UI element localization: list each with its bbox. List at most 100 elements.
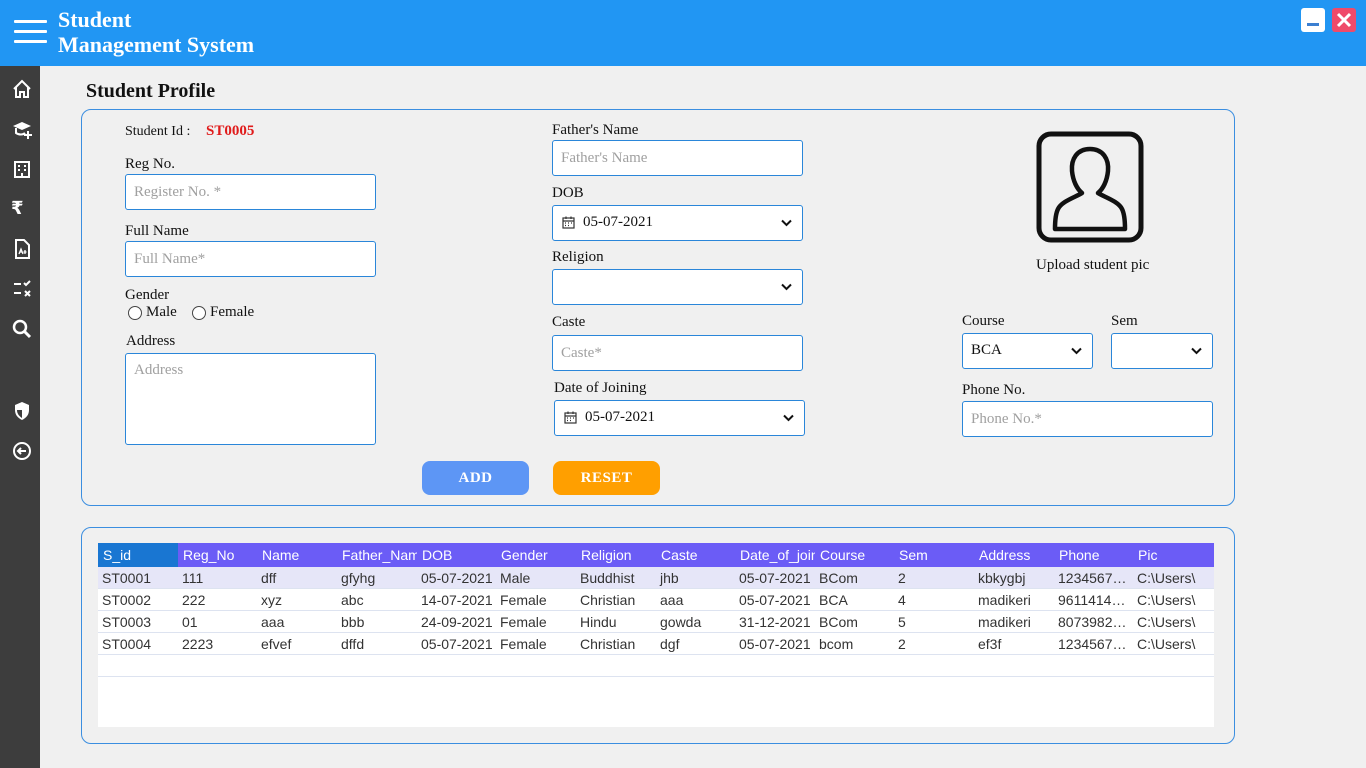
caste-label: Caste [552, 314, 586, 330]
table-cell: ST0002 [102, 592, 152, 608]
dob-date-picker[interactable]: 05-07-2021 [552, 205, 803, 241]
table-cell: Female [500, 614, 547, 630]
table-row[interactable]: ST0002 222 xyz abc 14-07-2021 Female Christian… [98, 589, 1214, 611]
table-new-row[interactable] [98, 655, 1214, 677]
sem-select[interactable] [1111, 333, 1213, 369]
table-cell: Female [500, 592, 547, 608]
chevron-down-icon [781, 283, 792, 291]
table-cell: bcom [819, 636, 854, 652]
column-header[interactable]: Phone [1054, 543, 1133, 567]
dob-label: DOB [552, 185, 584, 201]
add-student-icon[interactable] [11, 118, 33, 140]
column-header[interactable]: Name [257, 543, 337, 567]
caste-input[interactable] [552, 335, 803, 371]
column-header[interactable]: Course [815, 543, 894, 567]
column-header[interactable]: Father_Name [337, 543, 417, 567]
table-cell: 5 [898, 614, 906, 630]
table-cell: 1234567890 [1058, 570, 1133, 586]
rupee-icon[interactable]: ₹ [11, 198, 33, 220]
table-cell: xyz [261, 592, 282, 608]
table-cell: aaa [261, 614, 285, 630]
table-header: S_idReg_NoNameFather_NameDOBGenderReligi… [98, 543, 1214, 567]
column-header[interactable]: S_id [98, 543, 178, 567]
religion-select[interactable] [552, 269, 803, 305]
close-button[interactable] [1332, 8, 1356, 32]
table-cell: gfyhg [341, 570, 376, 586]
reg-no-label: Reg No. [125, 156, 175, 172]
checklist-icon[interactable] [11, 278, 33, 300]
table-row[interactable]: ST0004 2223 efvef dffd 05-07-2021 Female Chris… [98, 633, 1214, 655]
table-row[interactable]: ST0003 01 aaa bbb 24-09-2021 Female Hindu gowda… [98, 611, 1214, 633]
course-value: BCA [971, 342, 1002, 358]
address-label: Address [126, 333, 176, 349]
table-row[interactable]: ST0001 111 dff gfyhg 05-07-2021 Male Buddhist j… [98, 567, 1214, 589]
table-cell: gowda [660, 614, 702, 630]
table-cell: efvef [261, 636, 292, 652]
table-cell: 2223 [182, 636, 214, 652]
full-name-input[interactable] [125, 241, 376, 277]
table-cell: bbb [341, 614, 365, 630]
gender-female-label: Female [210, 304, 255, 320]
home-icon[interactable] [11, 78, 33, 100]
column-header[interactable]: DOB [417, 543, 496, 567]
date-of-joining-value: 05-07-2021 [585, 409, 655, 425]
student-photo-upload[interactable] [1036, 131, 1144, 243]
column-header[interactable]: Caste [656, 543, 735, 567]
column-header[interactable]: Gender [496, 543, 576, 567]
table-cell: C:\Users\ [1137, 614, 1196, 630]
table-cell: 9611414000 [1058, 592, 1133, 608]
hamburger-menu-icon[interactable] [14, 20, 47, 44]
table-cell: Christian [580, 592, 636, 608]
table-cell: 05-07-2021 [739, 570, 811, 586]
title-bar: Student Management System [0, 0, 1366, 66]
table-cell: abc [341, 592, 364, 608]
address-input[interactable] [125, 353, 376, 445]
phone-input[interactable] [962, 401, 1213, 437]
chevron-down-icon [783, 414, 794, 422]
student-id-label: Student Id : [125, 124, 191, 139]
gender-label: Gender [125, 287, 170, 303]
user-avatar-icon [1036, 131, 1144, 243]
column-header[interactable]: Religion [576, 543, 656, 567]
table-cell: madikeri [978, 614, 1031, 630]
father-name-label: Father's Name [552, 122, 639, 138]
table-cell: Buddhist [580, 570, 635, 586]
full-name-label: Full Name [125, 223, 189, 239]
column-header[interactable]: Date_of_joining [735, 543, 815, 567]
search-icon[interactable] [11, 318, 33, 340]
column-header[interactable]: Pic [1133, 543, 1214, 567]
sidebar: ₹ [0, 66, 40, 768]
table-cell: 111 [182, 570, 204, 586]
date-of-joining-label: Date of Joining [554, 380, 647, 396]
table-cell: 31-12-2021 [739, 614, 811, 630]
table-cell: dff [261, 570, 277, 586]
students-table[interactable]: S_idReg_NoNameFather_NameDOBGenderReligi… [98, 543, 1214, 727]
course-select[interactable]: BCA [962, 333, 1093, 369]
building-icon[interactable] [11, 158, 33, 180]
table-cell: ef3f [978, 636, 1002, 652]
father-name-input[interactable] [552, 140, 803, 176]
dob-value: 05-07-2021 [583, 214, 653, 230]
gender-male-radio[interactable] [128, 306, 142, 320]
reg-no-input[interactable] [125, 174, 376, 210]
shield-icon[interactable] [11, 400, 33, 422]
gender-female-radio[interactable] [192, 306, 206, 320]
table-cell: madikeri [978, 592, 1031, 608]
minimize-button[interactable] [1301, 8, 1325, 32]
table-cell: 05-07-2021 [421, 636, 493, 652]
column-header[interactable]: Address [974, 543, 1054, 567]
table-cell: BCom [819, 570, 858, 586]
logout-icon[interactable] [11, 440, 33, 462]
add-button[interactable]: ADD [422, 461, 529, 495]
report-icon[interactable] [11, 238, 33, 260]
reset-button[interactable]: RESET [553, 461, 660, 495]
sem-label: Sem [1111, 313, 1138, 329]
table-cell: Male [500, 570, 531, 586]
table-cell: 14-07-2021 [421, 592, 493, 608]
table-cell: 01 [182, 614, 198, 630]
chevron-down-icon [1191, 347, 1202, 355]
date-of-joining-picker[interactable]: 05-07-2021 [554, 400, 805, 436]
table-cell: 05-07-2021 [421, 570, 493, 586]
column-header[interactable]: Reg_No [178, 543, 257, 567]
column-header[interactable]: Sem [894, 543, 974, 567]
